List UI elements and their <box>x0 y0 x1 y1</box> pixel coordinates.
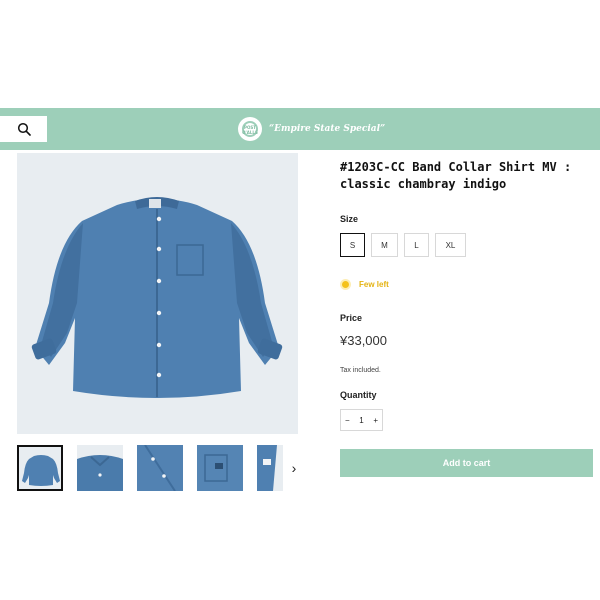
product-title: #1203C-CC Band Collar Shirt MV : classic… <box>340 160 572 191</box>
brand-tagline: “Empire State Special” <box>269 124 386 134</box>
thumbnail-strip: › <box>17 445 299 495</box>
add-to-cart-button[interactable]: Add to cart <box>340 449 593 477</box>
size-option-xl[interactable]: XL <box>435 233 466 257</box>
size-selector: S M L XL <box>340 233 466 257</box>
size-option-m[interactable]: M <box>371 233 398 257</box>
quantity-label: Quantity <box>340 390 377 400</box>
thumbnail-3[interactable] <box>137 445 183 491</box>
size-label: Size <box>340 214 359 224</box>
size-option-s[interactable]: S <box>340 233 365 257</box>
quantity-value[interactable]: 1 <box>359 416 363 425</box>
thumbnail-5[interactable] <box>257 445 283 491</box>
size-option-l[interactable]: L <box>404 233 429 257</box>
price-label: Price <box>340 313 363 323</box>
chevron-right-icon[interactable]: › <box>287 459 301 477</box>
tax-note: Tax included. <box>340 367 381 374</box>
brand-home-link[interactable]: POST O'ALLS “Empire State Special” <box>238 116 385 142</box>
thumbnail-1[interactable] <box>17 445 63 491</box>
thumbnail-4[interactable] <box>197 445 243 491</box>
thumbnail-2[interactable] <box>77 445 123 491</box>
site-header: POST O'ALLS “Empire State Special” <box>0 108 600 150</box>
quantity-decrease-button[interactable]: − <box>345 416 350 425</box>
search-icon <box>17 122 31 136</box>
stock-text: Few left <box>359 280 389 289</box>
stock-dot-icon <box>342 281 349 288</box>
search-button[interactable] <box>0 116 47 142</box>
main-product-image[interactable] <box>17 153 298 434</box>
price-value: ¥33,000 <box>340 333 387 348</box>
quantity-stepper: − 1 + <box>340 409 383 431</box>
stock-status: Few left <box>342 280 389 289</box>
brand-logo: POST O'ALLS <box>238 117 262 141</box>
quantity-increase-button[interactable]: + <box>373 416 378 425</box>
